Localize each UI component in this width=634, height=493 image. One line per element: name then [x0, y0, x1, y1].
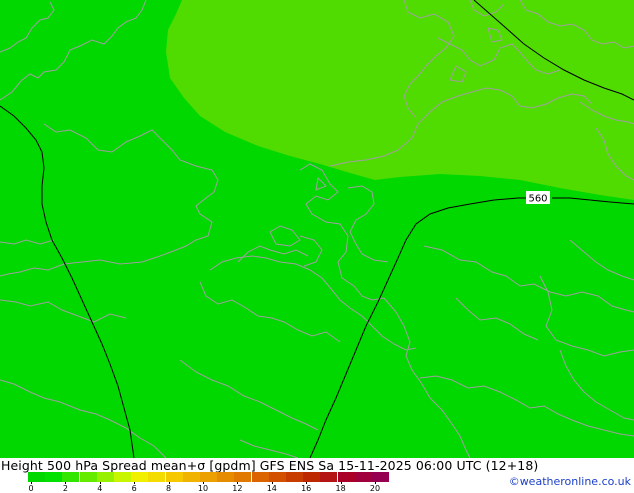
colorbar-tick-label: 16 [301, 484, 312, 493]
colorbar-tick-label: 14 [266, 484, 277, 493]
colorbar-swatch [286, 472, 303, 482]
colorbar-swatch [79, 472, 97, 482]
colorbar-tick-label: 12 [232, 484, 243, 493]
colorbar-swatch [268, 472, 286, 482]
colorbar-swatch [200, 472, 217, 482]
footer: Height 500 hPa Spread mean+σ [gpdm] GFS … [0, 458, 634, 493]
colorbar-tick-label: 18 [335, 484, 346, 493]
colorbar-tick-label: 6 [131, 484, 137, 493]
map-title: Height 500 hPa Spread mean+σ [gpdm] GFS … [1, 458, 539, 473]
colorbar-swatch [96, 472, 114, 482]
colorbar-swatch [148, 472, 166, 482]
colorbar-tick-label: 2 [62, 484, 68, 493]
credit-link[interactable]: ©weatheronline.co.uk [509, 475, 631, 488]
colorbar-swatch [354, 472, 372, 482]
colorbar-swatch [131, 472, 149, 482]
colorbar-swatch [251, 472, 269, 482]
colorbar-tick-label: 8 [166, 484, 172, 493]
colorbar-tick-label: 0 [28, 484, 34, 493]
colorbar-swatch [320, 472, 338, 482]
colorbar-tick-label: 10 [197, 484, 209, 493]
colorbar-swatch [114, 472, 131, 482]
colorbar-swatch [165, 472, 183, 482]
colorbar-swatch [234, 472, 252, 482]
colorbar-swatch [28, 472, 45, 482]
colorbar-swatch [45, 472, 63, 482]
colorbar-swatch [62, 472, 80, 482]
colorbar-swatch [182, 472, 200, 482]
colorbar-swatch [217, 472, 235, 482]
contour-label: 560 [528, 194, 547, 205]
colorbar-tick-label: 20 [369, 484, 381, 493]
colorbar-tick-label: 4 [97, 484, 103, 493]
colorbar-swatch [337, 472, 355, 482]
colorbar-swatch [372, 472, 389, 482]
weather-map: 560 [0, 0, 634, 458]
colorbar-swatch [303, 472, 321, 482]
